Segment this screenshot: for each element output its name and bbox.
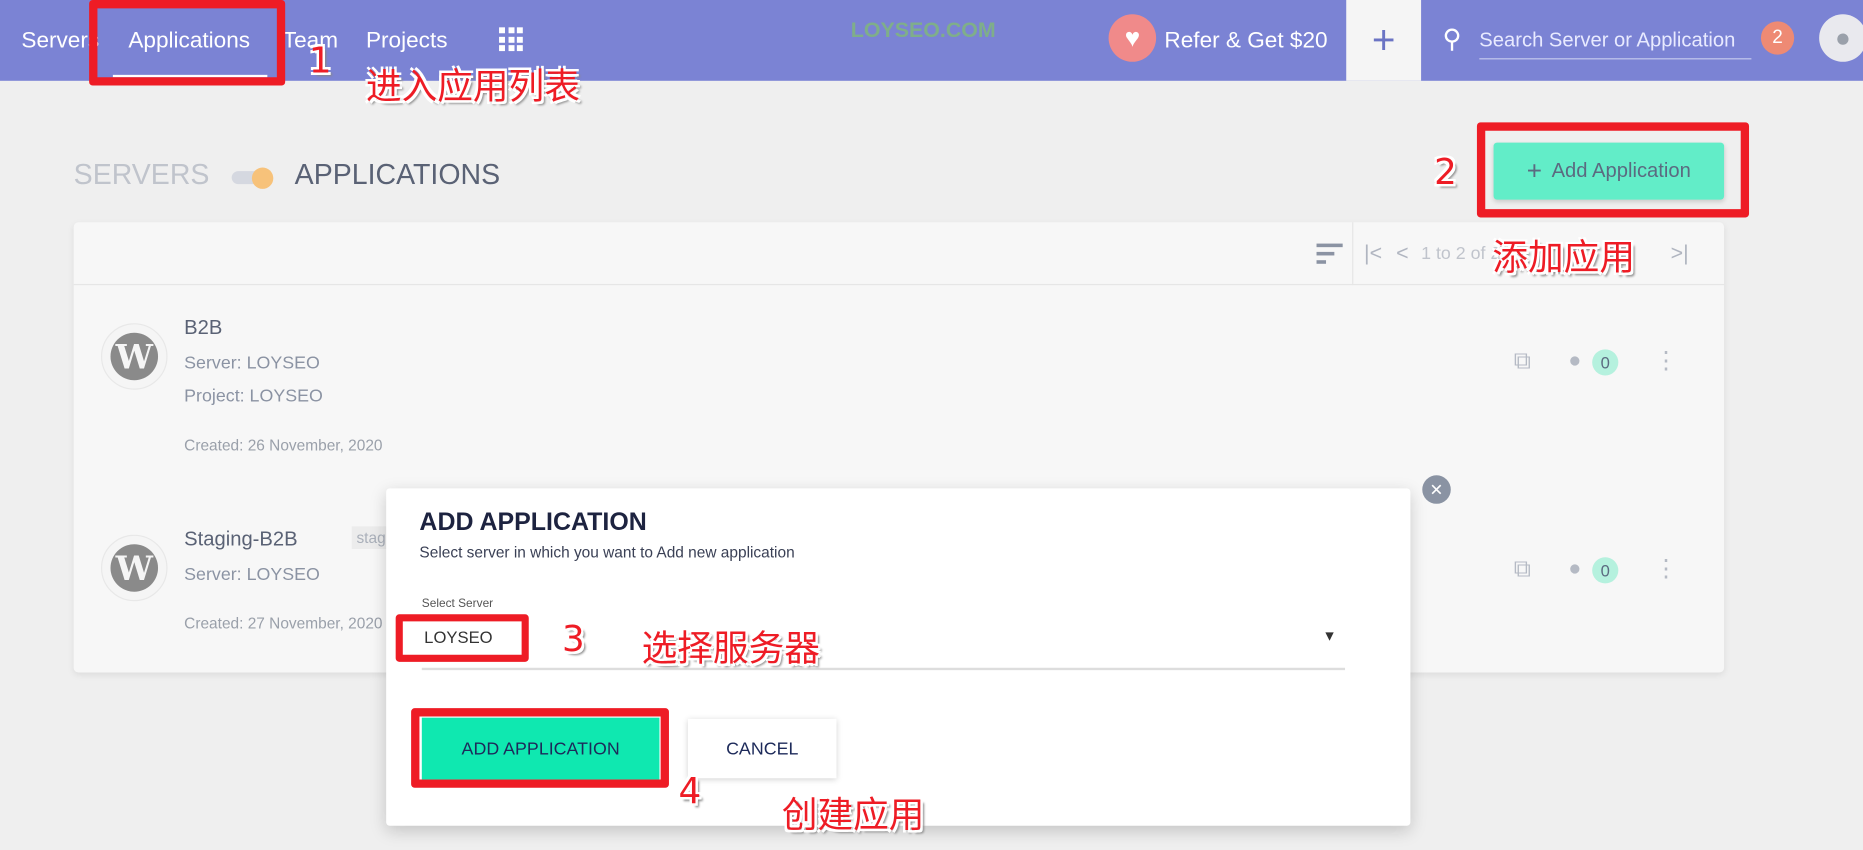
nav-projects[interactable]: Projects bbox=[366, 29, 448, 55]
page: Servers Applications Team Projects LOYSE… bbox=[0, 0, 1863, 850]
members-count[interactable]: 0 bbox=[1592, 349, 1619, 376]
app-row[interactable]: W B2B Server: LOYSEO Project: LOYSEO Cre… bbox=[74, 286, 1724, 488]
add-application-button[interactable]: + Add Application bbox=[1493, 142, 1725, 200]
kebab-menu-icon[interactable]: ⋮ bbox=[1654, 554, 1678, 584]
app-created: Created: 27 November, 2020 bbox=[184, 614, 383, 633]
wordpress-icon: W bbox=[100, 534, 168, 602]
select-server-label: Select Server bbox=[421, 597, 494, 611]
members-count[interactable]: 0 bbox=[1592, 557, 1619, 584]
avatar[interactable]: ● bbox=[1819, 14, 1863, 62]
nav-servers[interactable]: Servers bbox=[21, 29, 99, 55]
annotation-box-1 bbox=[89, 0, 286, 86]
kebab-menu-icon[interactable]: ⋮ bbox=[1654, 346, 1678, 376]
refer-link[interactable]: Refer & Get $20 bbox=[1164, 29, 1327, 55]
app-server: Server: LOYSEO bbox=[184, 564, 320, 585]
plus-button[interactable]: + bbox=[1346, 0, 1422, 81]
external-link-icon[interactable]: ⧉ bbox=[1514, 556, 1531, 583]
app-project: Project: LOYSEO bbox=[184, 386, 323, 407]
annotation-number-2: 2 bbox=[1434, 152, 1457, 194]
last-page-icon[interactable]: >| bbox=[1671, 241, 1689, 266]
annotation-text-3: 选择服务器 bbox=[641, 628, 820, 671]
submit-add-application-button[interactable]: ADD APPLICATION bbox=[421, 717, 660, 780]
annotation-number-3: 3 bbox=[562, 619, 585, 661]
sort-icon[interactable] bbox=[1316, 243, 1343, 264]
close-icon[interactable]: ✕ bbox=[1422, 475, 1451, 504]
add-application-label: Add Application bbox=[1551, 159, 1691, 182]
external-link-icon[interactable]: ⧉ bbox=[1514, 348, 1531, 375]
plus-icon: + bbox=[1526, 155, 1543, 186]
user-icon: ● bbox=[1568, 348, 1582, 372]
dropdown-arrow-icon: ▼ bbox=[1322, 627, 1337, 645]
modal-title: ADD APPLICATION bbox=[419, 508, 647, 536]
search-icon: ⚲ bbox=[1442, 23, 1462, 54]
annotation-text-2: 添加应用 bbox=[1492, 237, 1635, 280]
first-page-icon[interactable]: |< bbox=[1364, 241, 1382, 266]
notification-badge[interactable]: 2 bbox=[1760, 21, 1795, 55]
app-server: Server: LOYSEO bbox=[184, 352, 320, 374]
user-icon: ● bbox=[1568, 556, 1582, 580]
heart-icon[interactable]: ♥ bbox=[1108, 14, 1157, 62]
staging-tag: staging bbox=[351, 526, 388, 549]
wordpress-icon: W bbox=[100, 323, 168, 390]
annotation-box-3 bbox=[395, 614, 529, 662]
server-select[interactable]: LOYSEO ▼ bbox=[421, 613, 1346, 671]
servers-label[interactable]: SERVERS bbox=[74, 159, 210, 192]
annotation-text-1: 进入应用列表 bbox=[365, 66, 580, 109]
app-created: Created: 26 November, 2020 bbox=[184, 436, 383, 454]
annotation-text-4: 创建应用 bbox=[781, 794, 925, 837]
annotation-number-1: 1 bbox=[308, 40, 332, 82]
add-application-modal: ADD APPLICATION Select server in which y… bbox=[386, 488, 1411, 836]
annotation-number-4: 4 bbox=[678, 771, 702, 813]
search-input[interactable] bbox=[1479, 21, 1752, 60]
view-toggle[interactable] bbox=[231, 167, 275, 189]
app-name[interactable]: Staging-B2B bbox=[184, 528, 297, 552]
card-toolbar: |< < 1 to 2 of 2 >| bbox=[73, 222, 1725, 286]
cancel-button[interactable]: CANCEL bbox=[687, 718, 837, 779]
apps-grid-icon[interactable] bbox=[499, 27, 523, 52]
applications-label: APPLICATIONS bbox=[294, 159, 501, 192]
modal-subtitle: Select server in which you want to Add n… bbox=[419, 543, 795, 561]
prev-page-icon[interactable]: < bbox=[1396, 241, 1408, 266]
watermark: LOYSEO.COM bbox=[850, 17, 996, 42]
pagination-text: 1 to 2 of 2 bbox=[1421, 243, 1501, 264]
app-name[interactable]: B2B bbox=[184, 316, 222, 340]
